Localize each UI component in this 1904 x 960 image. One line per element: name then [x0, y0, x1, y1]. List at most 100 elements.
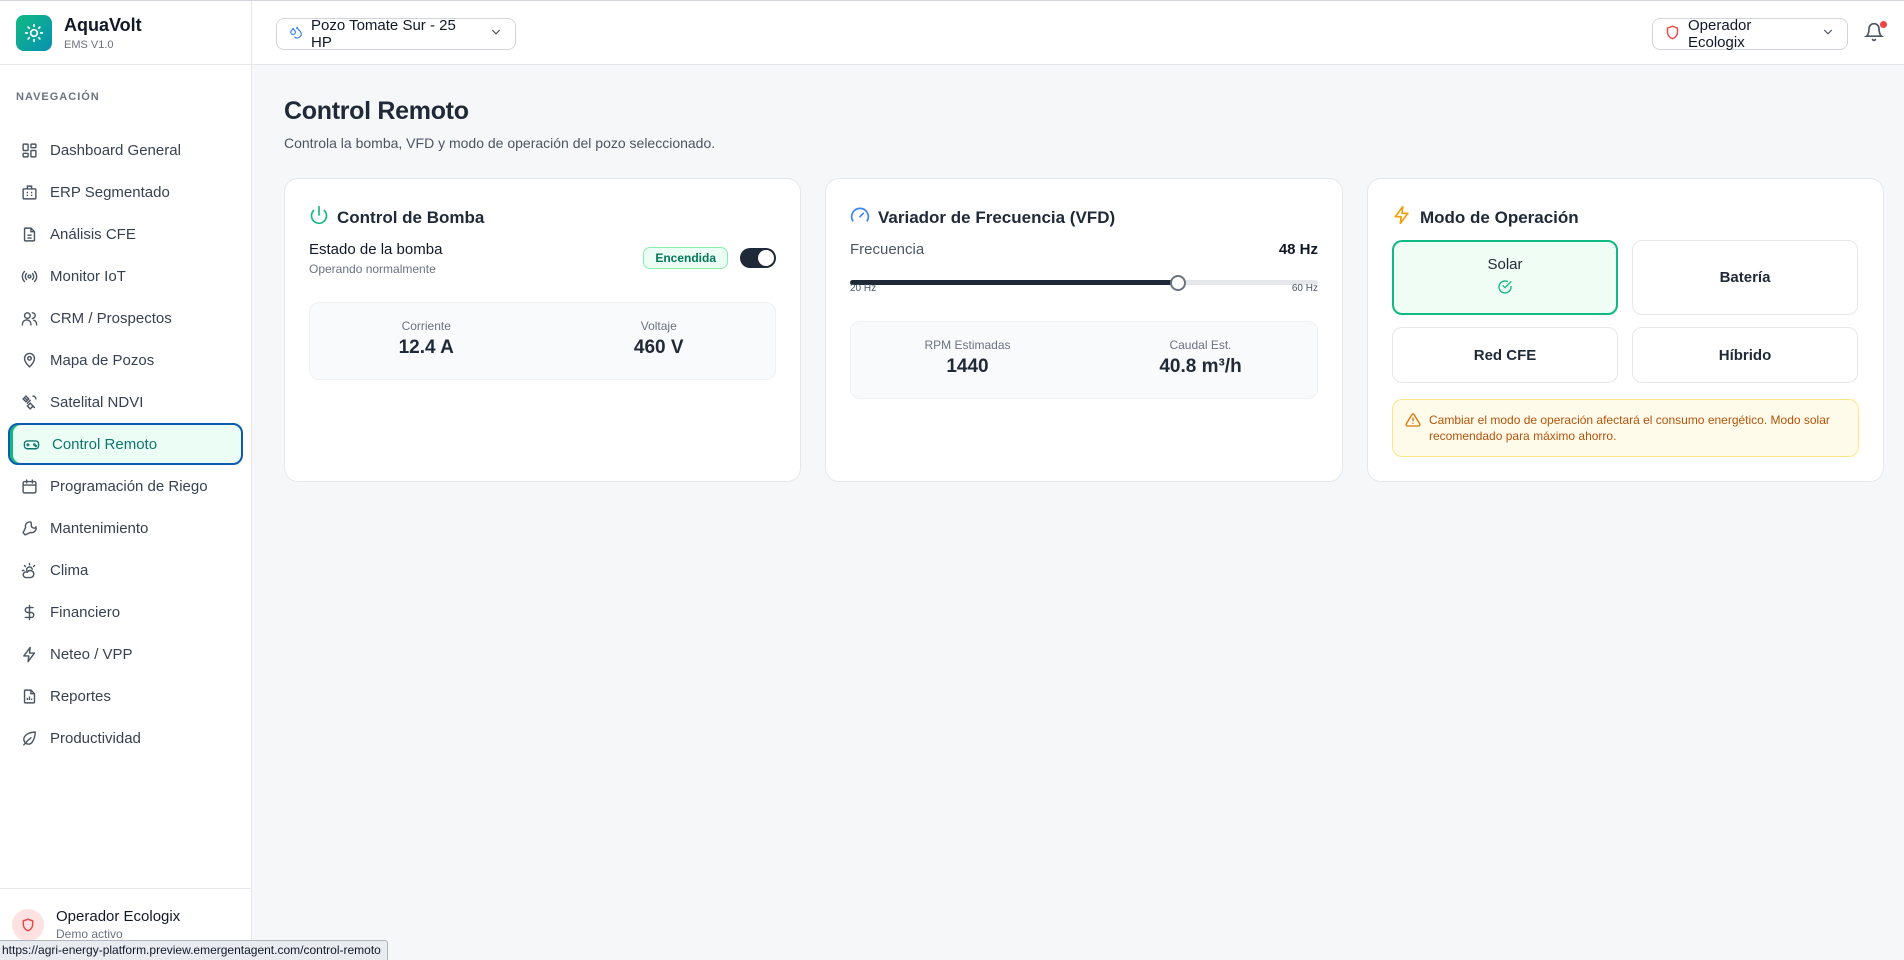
role-selector[interactable]: Operador Ecologix — [1652, 17, 1848, 51]
sidebar-item-reportes[interactable]: Reportes — [8, 675, 243, 717]
sidebar-item-label: Monitor IoT — [50, 267, 126, 285]
slider-thumb[interactable] — [1169, 275, 1186, 291]
sun-logo-icon — [16, 14, 52, 51]
sidebar-item-monitor-iot[interactable]: Monitor IoT — [8, 255, 243, 297]
voltage-label: Voltaje — [640, 319, 677, 333]
power-icon — [309, 205, 329, 230]
sidebar-item-label: Análisis CFE — [50, 225, 136, 243]
sidebar-item-mantenimiento[interactable]: Mantenimiento — [8, 507, 243, 549]
mode-label: Red CFE — [1473, 346, 1537, 364]
toggle-knob — [758, 250, 774, 266]
mode-solar-button[interactable]: Solar — [1392, 240, 1618, 315]
radio-icon — [20, 267, 38, 285]
lightning-icon — [1392, 205, 1412, 230]
sidebar-item-crm-prospectos[interactable]: CRM / Prospectos — [8, 297, 243, 339]
sidebar-item-label: Mapa de Pozos — [50, 351, 155, 369]
chevron-down-icon — [489, 25, 503, 43]
current-label: Corriente — [401, 319, 451, 333]
card-title: Modo de Operación — [1420, 207, 1579, 227]
shield-icon — [12, 908, 44, 941]
user-name: Operador Ecologix — [56, 908, 181, 925]
chevron-down-icon — [1821, 25, 1835, 43]
voltage-value: 460 V — [633, 337, 684, 358]
user-status: Demo activo — [56, 927, 123, 941]
mode-hibrido-button[interactable]: Híbrido — [1632, 327, 1858, 383]
rpm-label: RPM Estimadas — [924, 338, 1011, 352]
frequency-max-label: 60 Hz — [1291, 283, 1318, 294]
notifications-button[interactable] — [1863, 21, 1888, 46]
sidebar-item-label: Clima — [50, 561, 89, 579]
sidebar-item-control-remoto[interactable]: Control Remoto — [8, 423, 243, 465]
vfd-stats: RPM Estimadas 1440 Caudal Est. 40.8 m³/h — [850, 321, 1318, 399]
sidebar-item-dashboard-general[interactable]: Dashboard General — [8, 129, 243, 171]
sidebar-item-erp-segmentado[interactable]: ERP Segmentado — [8, 171, 243, 213]
mode-bateria-button[interactable]: Batería — [1632, 240, 1858, 315]
sidebar-item-mapa-de-pozos[interactable]: Mapa de Pozos — [8, 339, 243, 381]
sidebar-item-programacion-de-riego[interactable]: Programación de Riego — [8, 465, 243, 507]
bell-icon — [1863, 22, 1885, 46]
building-icon — [20, 183, 38, 201]
frequency-value: 48 Hz — [1278, 241, 1318, 258]
sidebar-item-clima[interactable]: Clima — [8, 549, 243, 591]
shield-icon — [1665, 25, 1680, 44]
lightning-icon — [20, 645, 38, 663]
card-title: Variador de Frecuencia (VFD) — [878, 207, 1116, 227]
mode-warning-alert: Cambiar el modo de operación afectará el… — [1392, 399, 1859, 457]
top-header: Pozo Tomate Sur - 25 HP Operador Ecologi… — [252, 1, 1904, 65]
check-circle-icon — [1497, 279, 1513, 299]
frequency-slider[interactable] — [850, 273, 1318, 293]
pump-state-subtext: Operando normalmente — [309, 262, 436, 276]
well-selector-label: Pozo Tomate Sur - 25 HP — [311, 17, 456, 51]
sidebar-item-label: Programación de Riego — [50, 477, 208, 495]
frequency-min-label: 20 Hz — [850, 283, 877, 294]
link-preview-statusbar: https://agri-energy-platform.preview.eme… — [0, 940, 388, 960]
frequency-label: Frecuencia — [850, 241, 925, 258]
pump-power-toggle[interactable] — [740, 248, 776, 268]
dollar-icon — [20, 603, 38, 621]
sidebar: AquaVolt EMS V1.0 NAVEGACIÓN Dashboard G… — [0, 1, 252, 960]
sidebar-item-label: Financiero — [50, 603, 121, 621]
mode-warning-text: Cambiar el modo de operación afectará el… — [1429, 413, 1830, 443]
app-name: AquaVolt — [64, 14, 142, 35]
droplets-icon — [289, 25, 303, 43]
satellite-icon — [20, 393, 38, 411]
notification-dot — [1880, 21, 1887, 28]
dashboard-icon — [20, 141, 38, 159]
well-selector[interactable]: Pozo Tomate Sur - 25 HP — [276, 17, 516, 51]
brand[interactable]: AquaVolt EMS V1.0 — [0, 1, 251, 65]
cloud-sun-icon — [20, 561, 38, 579]
sidebar-item-neteo-vpp[interactable]: Neteo / VPP — [8, 633, 243, 675]
slider-fill — [850, 280, 1178, 285]
sidebar-item-satelital-ndvi[interactable]: Satelital NDVI — [8, 381, 243, 423]
wrench-icon — [20, 519, 38, 537]
sidebar-item-label: Productividad — [50, 729, 141, 747]
sidebar-item-label: CRM / Prospectos — [50, 309, 172, 327]
card-title: Control de Bomba — [337, 207, 485, 227]
users-icon — [20, 309, 38, 327]
map-pin-icon — [20, 351, 38, 369]
sidebar-item-financiero[interactable]: Financiero — [8, 591, 243, 633]
sidebar-item-analisis-cfe[interactable]: Análisis CFE — [8, 213, 243, 255]
sidebar-item-label: Dashboard General — [50, 141, 181, 159]
sidebar-item-productividad[interactable]: Productividad — [8, 717, 243, 759]
vfd-card: Variador de Frecuencia (VFD) Frecuencia … — [825, 178, 1343, 482]
nav-section-label: NAVEGACIÓN — [16, 91, 100, 103]
mode-label: Solar — [1487, 256, 1523, 273]
sidebar-item-label: ERP Segmentado — [50, 183, 170, 201]
pump-state-label: Estado de la bomba — [309, 241, 443, 258]
mode-red-cfe-button[interactable]: Red CFE — [1392, 327, 1618, 383]
sidebar-item-label: Reportes — [50, 687, 111, 705]
mode-label: Batería — [1719, 269, 1771, 286]
flow-value: 40.8 m³/h — [1159, 356, 1242, 377]
page-subtitle: Controla la bomba, VFD y modo de operaci… — [284, 135, 716, 151]
pump-control-card: Control de Bomba Estado de la bomba Oper… — [284, 178, 801, 482]
current-value: 12.4 A — [398, 337, 454, 358]
warning-triangle-icon — [1405, 412, 1421, 433]
calendar-icon — [20, 477, 38, 495]
document-icon — [20, 225, 38, 243]
sidebar-item-label: Mantenimiento — [50, 519, 149, 537]
flow-label: Caudal Est. — [1169, 338, 1232, 352]
report-icon — [20, 687, 38, 705]
leaf-icon — [20, 729, 38, 747]
app-version: EMS V1.0 — [64, 38, 114, 51]
